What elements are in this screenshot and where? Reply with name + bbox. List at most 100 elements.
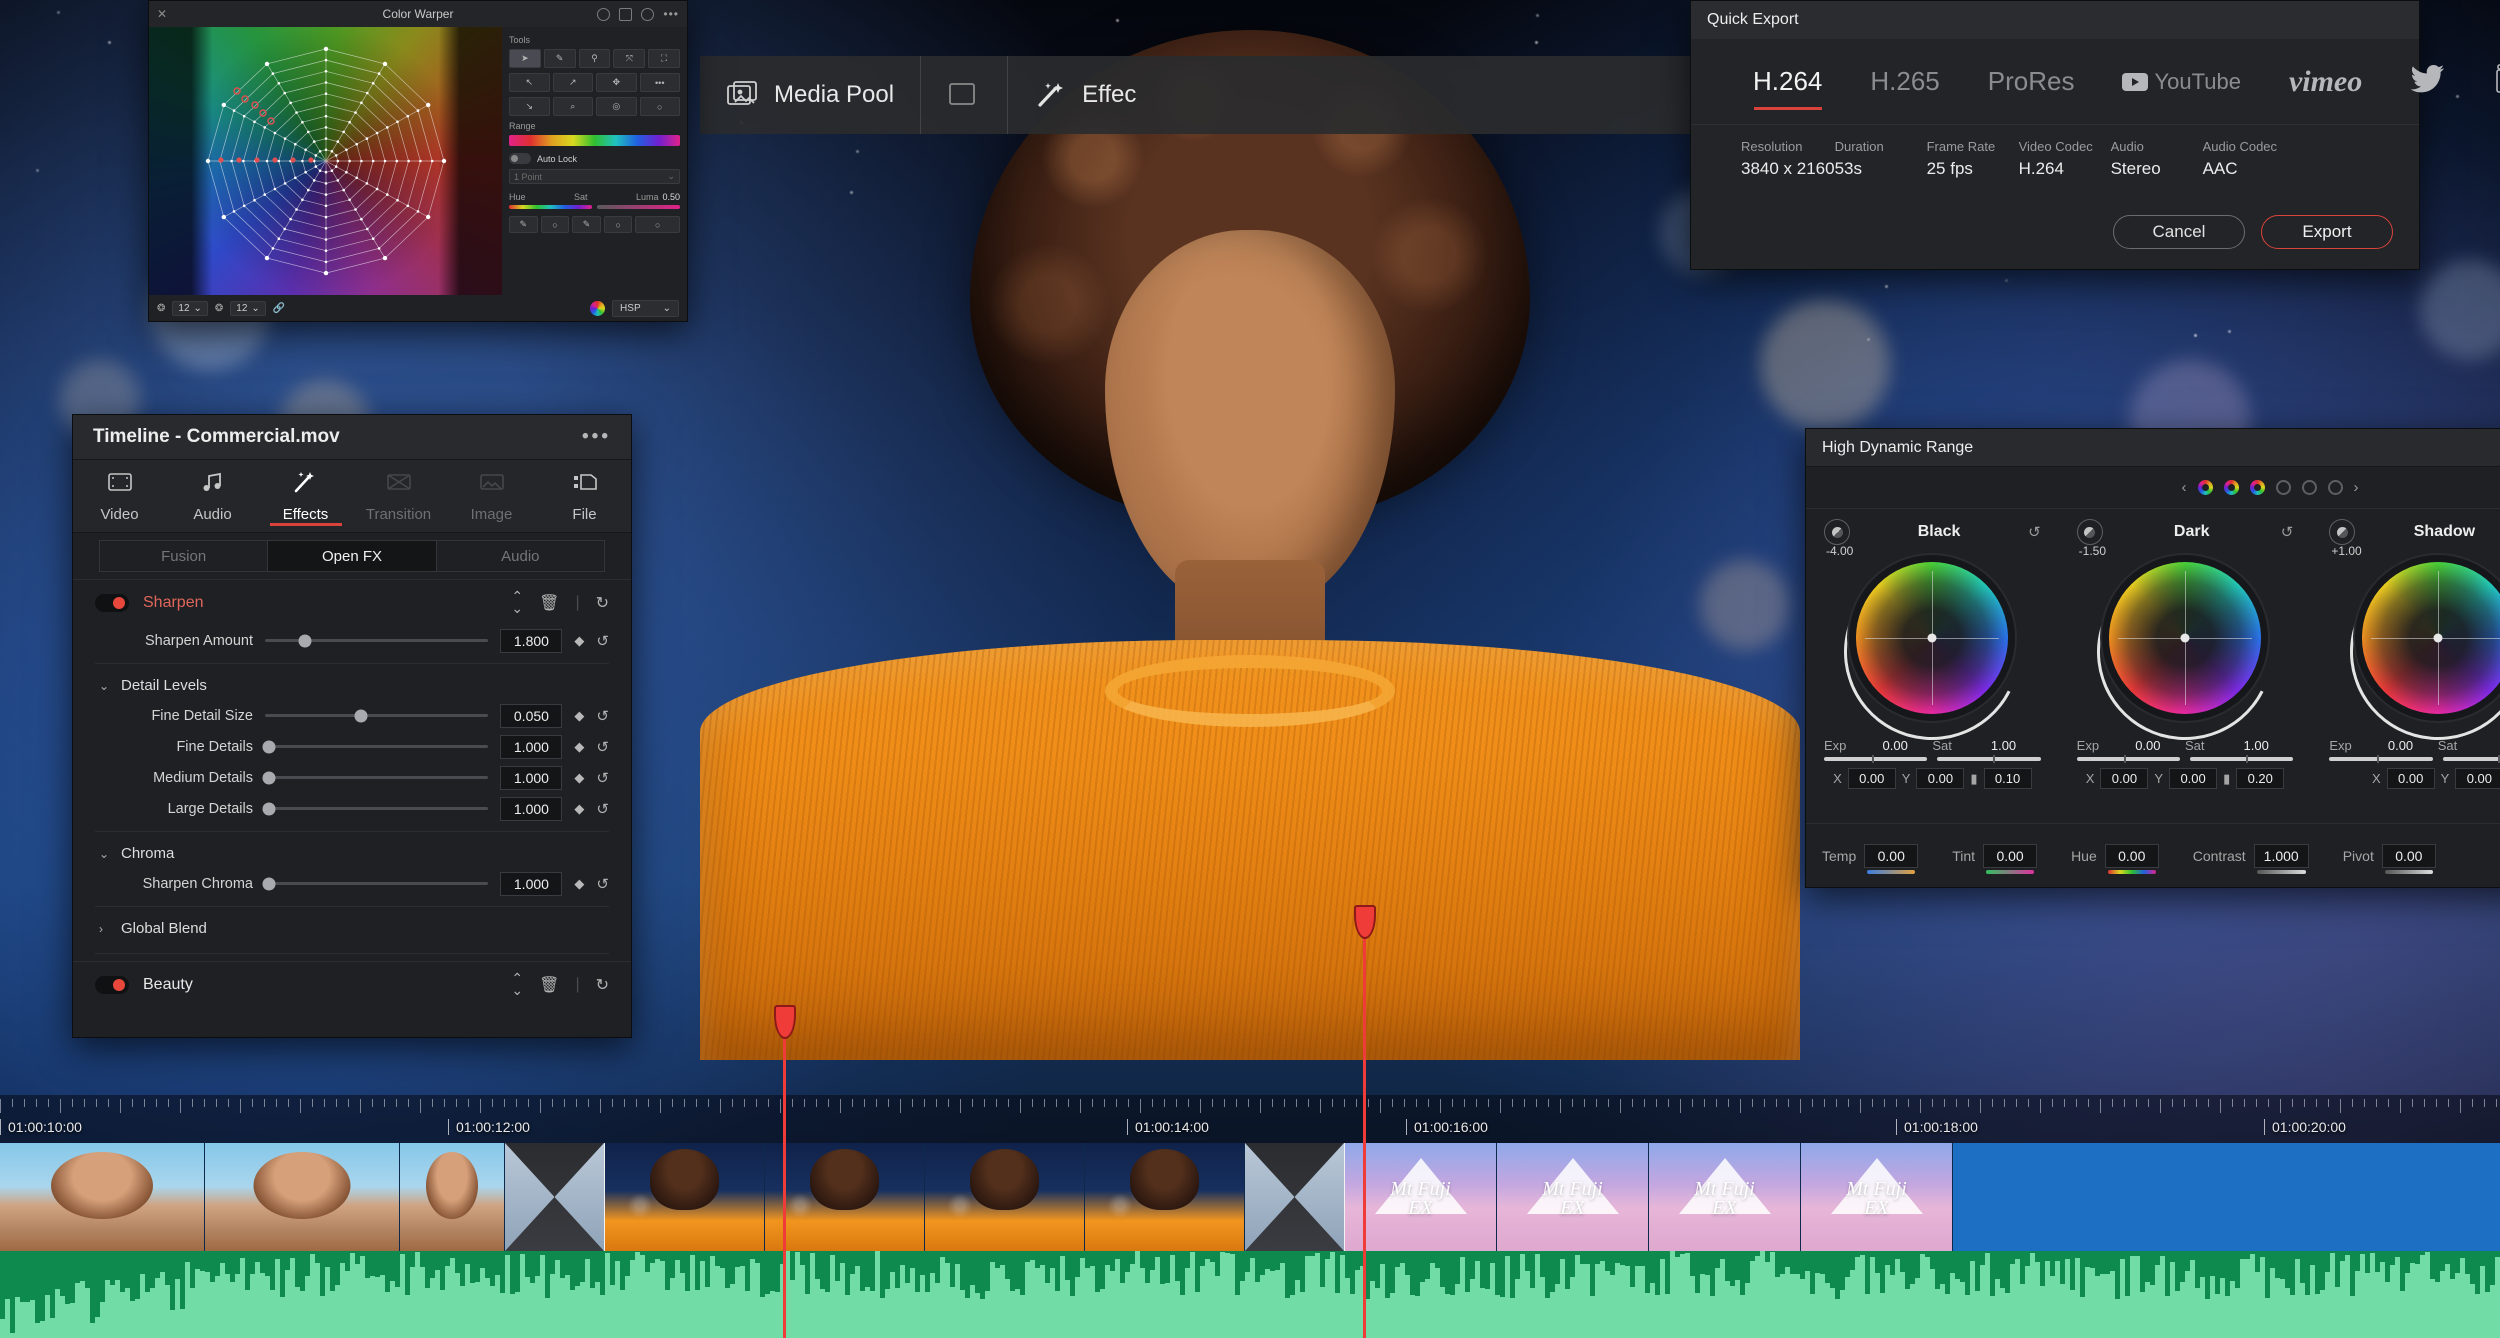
ring-icon[interactable]: ○ [640,97,681,116]
param-slider[interactable] [265,745,488,748]
group-global-blend[interactable]: › Global Blend [73,914,631,943]
reset-icon[interactable]: ↺ [596,800,609,818]
zone-dot-5[interactable] [2302,480,2317,495]
wheel-disc[interactable] [2109,562,2261,714]
timeline-clip[interactable] [205,1143,400,1251]
magnify-icon[interactable]: ⌕ [553,97,594,116]
pin-icon[interactable]: ⚲ [579,49,611,68]
export-tab-vimeo[interactable]: vimeo [2265,39,2386,124]
reset-icon[interactable]: ↺ [596,769,609,787]
wheel-disc[interactable] [1856,562,2008,714]
control-value[interactable]: 0.00 [1864,844,1918,868]
param-slider[interactable] [265,807,488,810]
circle-icon[interactable]: ◎ [596,97,637,116]
tab-audio[interactable]: Audio [166,460,259,532]
more-icon[interactable]: ••• [663,7,679,21]
slider-knob[interactable] [355,709,368,722]
select-arrow-icon[interactable]: ↖ [509,73,550,92]
control-value[interactable]: 0.00 [2105,844,2159,868]
reorder-icon[interactable]: ⌃ ⌄ [511,973,523,995]
timeline-clip[interactable] [925,1143,1085,1251]
timeline-clip[interactable]: Mt Fuji EX [1801,1143,1953,1251]
tab-image[interactable]: Image [445,460,538,532]
keyframe-diamond-icon[interactable]: ◆ [574,770,584,786]
timeline-clip[interactable]: Mt Fuji EX [1649,1143,1801,1251]
control-value[interactable]: 0.00 [1983,844,2037,868]
settings-icon[interactable] [597,8,610,21]
exposure-icon[interactable] [1824,519,1850,545]
lasso-icon[interactable]: ↗ [553,73,594,92]
ellipsis-icon[interactable]: ••• [640,73,681,92]
reset-icon[interactable]: ↺ [2028,523,2041,541]
x-value[interactable]: 0.00 [2100,768,2148,789]
close-icon[interactable]: ✕ [157,7,167,21]
keyframe-diamond-icon[interactable]: ◆ [574,708,584,724]
zone-dot-4[interactable] [2276,480,2291,495]
export-tab-twitter-icon[interactable] [2386,39,2470,124]
reset-icon[interactable] [641,8,654,21]
group-chroma[interactable]: ⌄ Chroma [73,839,631,868]
keyframe-diamond-icon[interactable]: ◆ [574,633,584,649]
timeline-clip[interactable]: Mt Fuji EX [1345,1143,1497,1251]
exposure-icon[interactable] [2077,519,2103,545]
wheel-center-handle[interactable] [2433,634,2442,643]
export-tab-prores[interactable]: ProRes [1964,39,2099,124]
toolbar-effects[interactable]: Effec [1008,56,1162,134]
reorder-icon[interactable]: ⌃ ⌄ [511,591,523,613]
y-value[interactable]: 0.00 [2169,768,2217,789]
export-tab-youtube[interactable]: YouTube [2098,39,2264,124]
effect-enable-toggle[interactable] [95,976,129,994]
range-slider[interactable] [509,135,680,146]
grid-density-select[interactable]: 12 ⌄ [172,301,208,316]
more-options-icon[interactable]: ••• [582,426,611,448]
zone-value[interactable]: 0.10 [1984,768,2032,789]
export-tab-h-264[interactable]: H.264 [1729,39,1846,124]
sat-value[interactable]: 1.00 [2219,738,2293,753]
wheel-center-handle[interactable] [2181,634,2190,643]
reset-icon[interactable]: ↺ [596,738,609,756]
toolbar-media-pool[interactable]: Media Pool [700,56,921,134]
zone-dot-2[interactable] [2224,480,2239,495]
exp-value[interactable]: 0.00 [1858,738,1932,753]
segment-open-fx[interactable]: Open FX [268,540,436,572]
param-slider[interactable] [265,714,488,717]
collapse-icon[interactable]: ⤧ [613,49,645,68]
zone-dot-3[interactable] [2250,480,2265,495]
trash-icon[interactable]: 🗑 [539,975,559,995]
tab-video[interactable]: Video [73,460,166,532]
timeline-clip[interactable] [765,1143,925,1251]
segment-fusion[interactable]: Fusion [99,540,268,572]
keyframe-diamond-icon[interactable]: ◆ [574,801,584,817]
pen-alt-icon[interactable]: ✎ [572,216,601,233]
group-detail-levels[interactable]: ⌄ Detail Levels [73,671,631,700]
param-slider[interactable] [265,776,488,779]
timeline-clip[interactable] [400,1143,505,1251]
export-tab-h-265[interactable]: H.265 [1846,39,1963,124]
export-button[interactable]: Export [2261,215,2393,249]
x-value[interactable]: 0.00 [1848,768,1896,789]
pen-icon[interactable]: ✎ [509,216,538,233]
timeline-clip[interactable] [505,1143,605,1251]
timeline-clip[interactable]: Mt Fuji EX [1497,1143,1649,1251]
cancel-button[interactable]: Cancel [2113,215,2245,249]
slider-knob[interactable] [263,740,276,753]
tab-transition[interactable]: Transition [352,460,445,532]
reset-icon[interactable]: ↺ [596,632,609,650]
sat-bar[interactable] [597,205,680,209]
control-value[interactable]: 0.00 [2382,844,2436,868]
pen-icon[interactable]: ✎ [544,49,576,68]
exposure-icon[interactable] [2329,519,2355,545]
param-value[interactable]: 1.000 [500,735,562,759]
exp-slider[interactable] [2077,757,2180,761]
hue-bar[interactable] [509,205,592,209]
color-warper-grid[interactable] [149,27,502,295]
point-select[interactable]: 1 Point ⌄ [509,169,680,184]
colorspace-select[interactable]: HSP ⌄ [612,300,679,317]
timeline-clip[interactable] [605,1143,765,1251]
sat-slider[interactable] [2190,757,2293,761]
sat-slider[interactable] [2443,757,2500,761]
chevron-right-icon[interactable]: › [2354,479,2359,496]
export-tab-resolve-cloud-icon[interactable] [2470,39,2500,124]
exp-value[interactable]: 0.00 [2111,738,2185,753]
slider-knob[interactable] [299,634,312,647]
